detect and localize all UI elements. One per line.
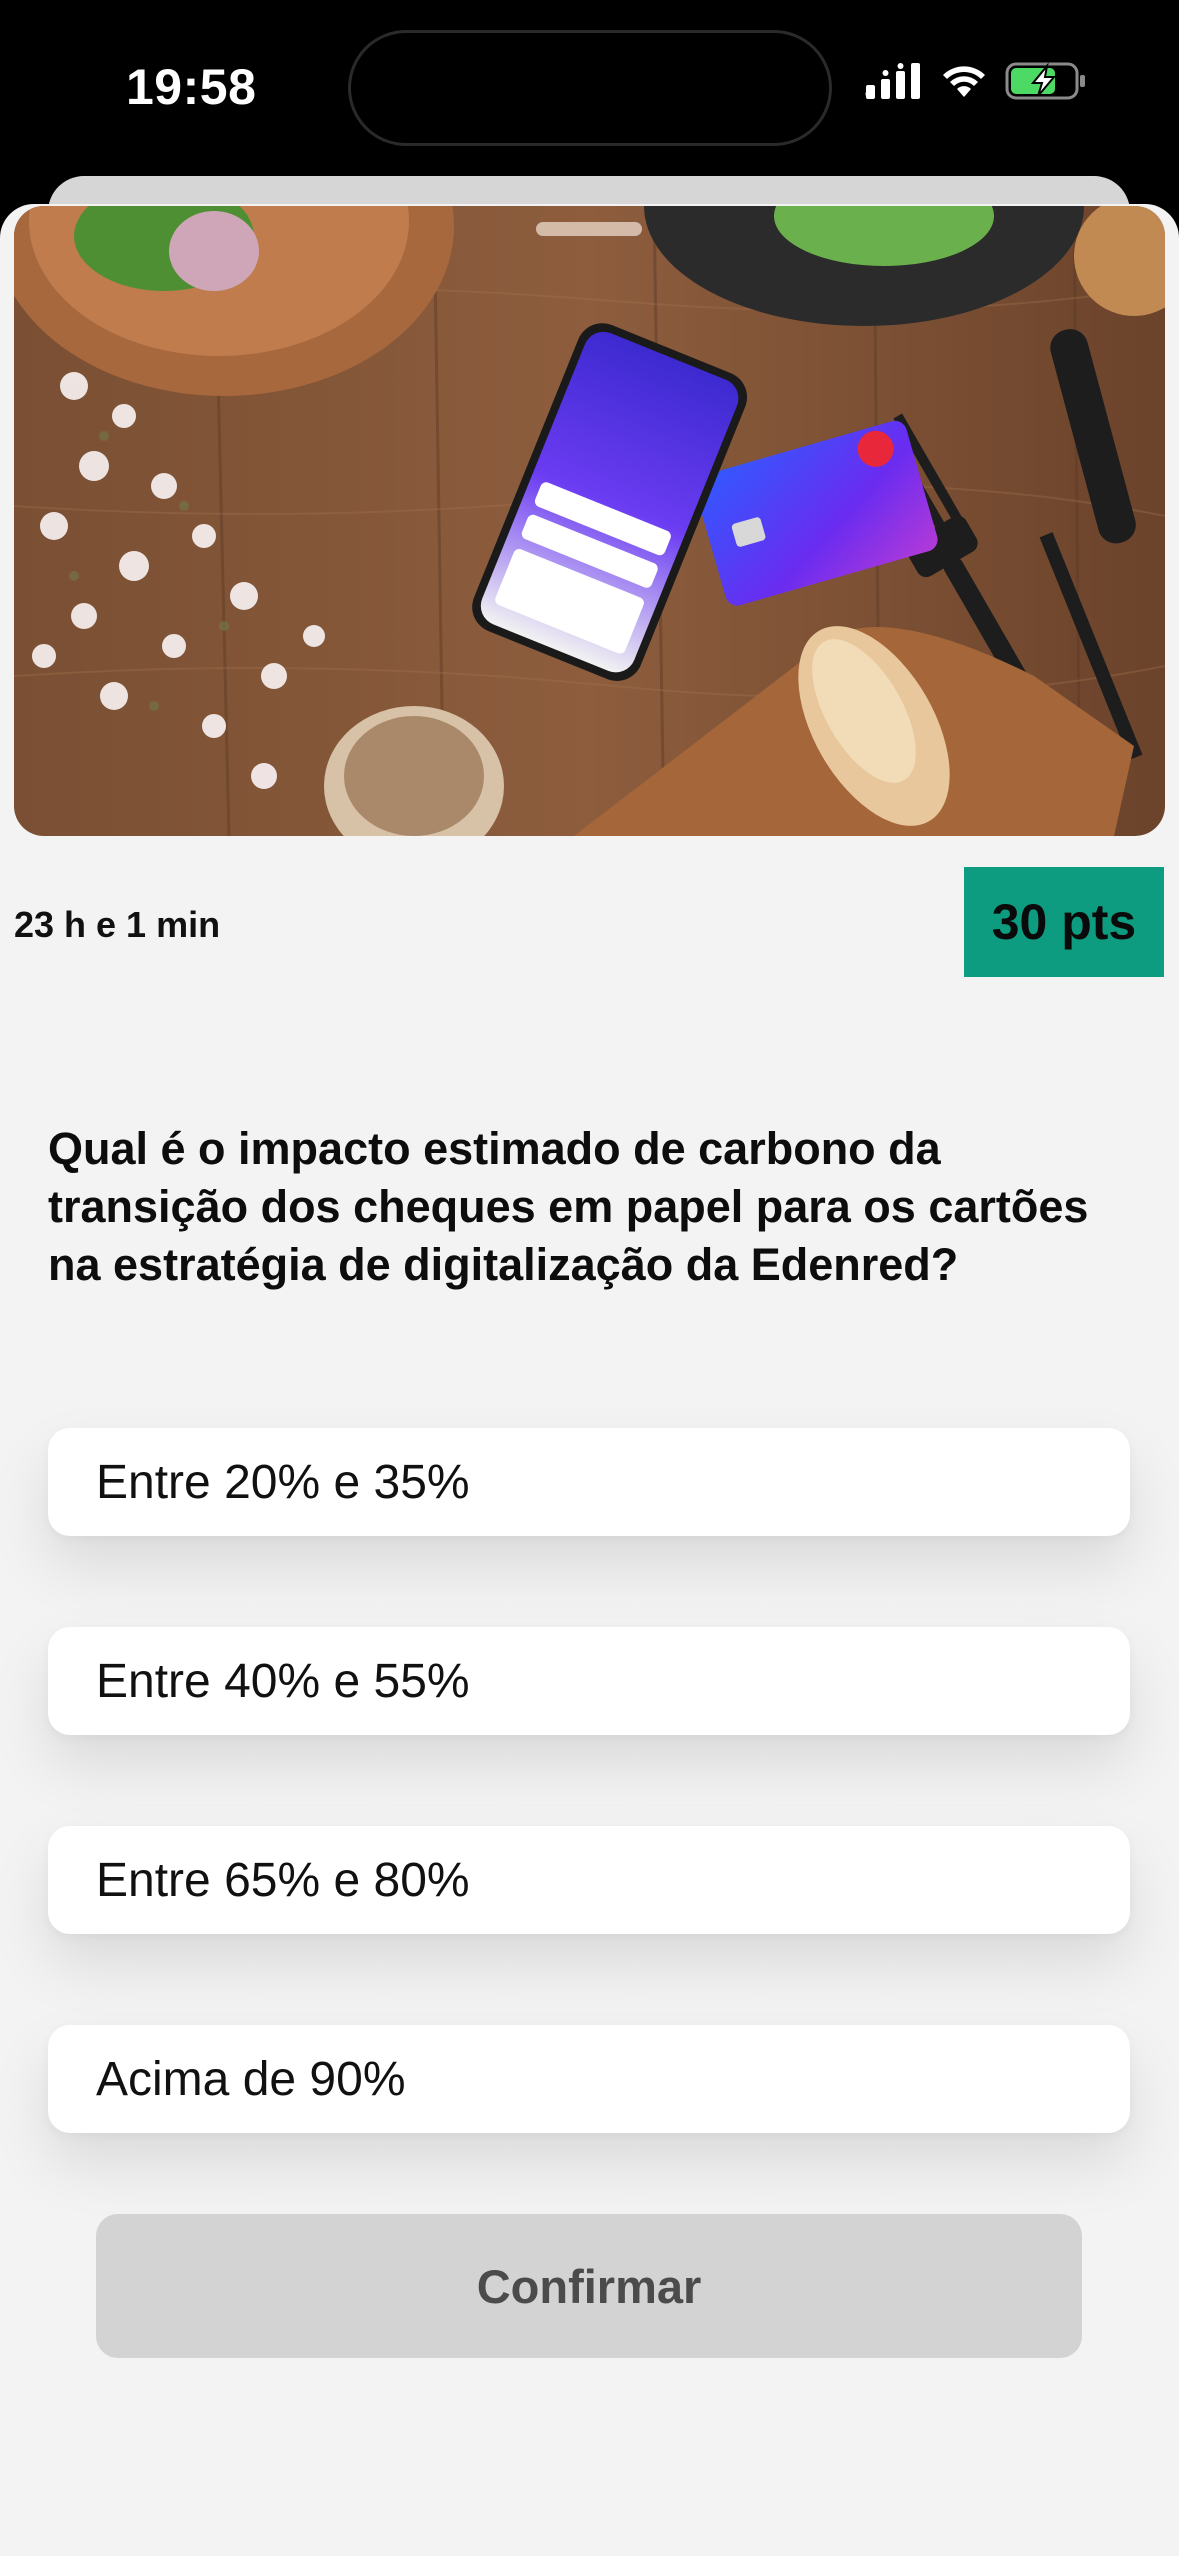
quiz-sheet: 23 h e 1 min 30 pts Qual é o impacto est… bbox=[0, 204, 1179, 2556]
time-remaining: 23 h e 1 min bbox=[14, 904, 221, 945]
answer-option-label: Acima de 90% bbox=[96, 2052, 406, 2106]
answer-option-4[interactable]: Acima de 90% bbox=[48, 2025, 1130, 2133]
status-bar: 19:58 bbox=[0, 0, 1179, 176]
answer-option-3[interactable]: Entre 65% e 80% bbox=[48, 1826, 1130, 1934]
dynamic-island bbox=[348, 30, 832, 146]
battery-charging-icon bbox=[1005, 62, 1087, 105]
cellular-signal-icon bbox=[865, 63, 923, 104]
sheet-grabber[interactable] bbox=[536, 222, 642, 236]
answer-option-1[interactable]: Entre 20% e 35% bbox=[48, 1428, 1130, 1536]
points-badge: 30 pts bbox=[964, 867, 1164, 977]
status-icons bbox=[865, 62, 1087, 105]
confirm-button[interactable]: Confirmar bbox=[96, 2214, 1082, 2358]
hero-image bbox=[14, 206, 1165, 836]
answer-option-2[interactable]: Entre 40% e 55% bbox=[48, 1627, 1130, 1735]
wifi-icon bbox=[941, 63, 987, 104]
answer-option-label: Entre 40% e 55% bbox=[96, 1654, 470, 1708]
status-time: 19:58 bbox=[126, 59, 257, 115]
question-text: Qual é o impacto estimado de carbono da … bbox=[48, 1123, 1089, 1290]
answer-option-label: Entre 65% e 80% bbox=[96, 1853, 470, 1907]
answer-option-label: Entre 20% e 35% bbox=[96, 1455, 470, 1509]
